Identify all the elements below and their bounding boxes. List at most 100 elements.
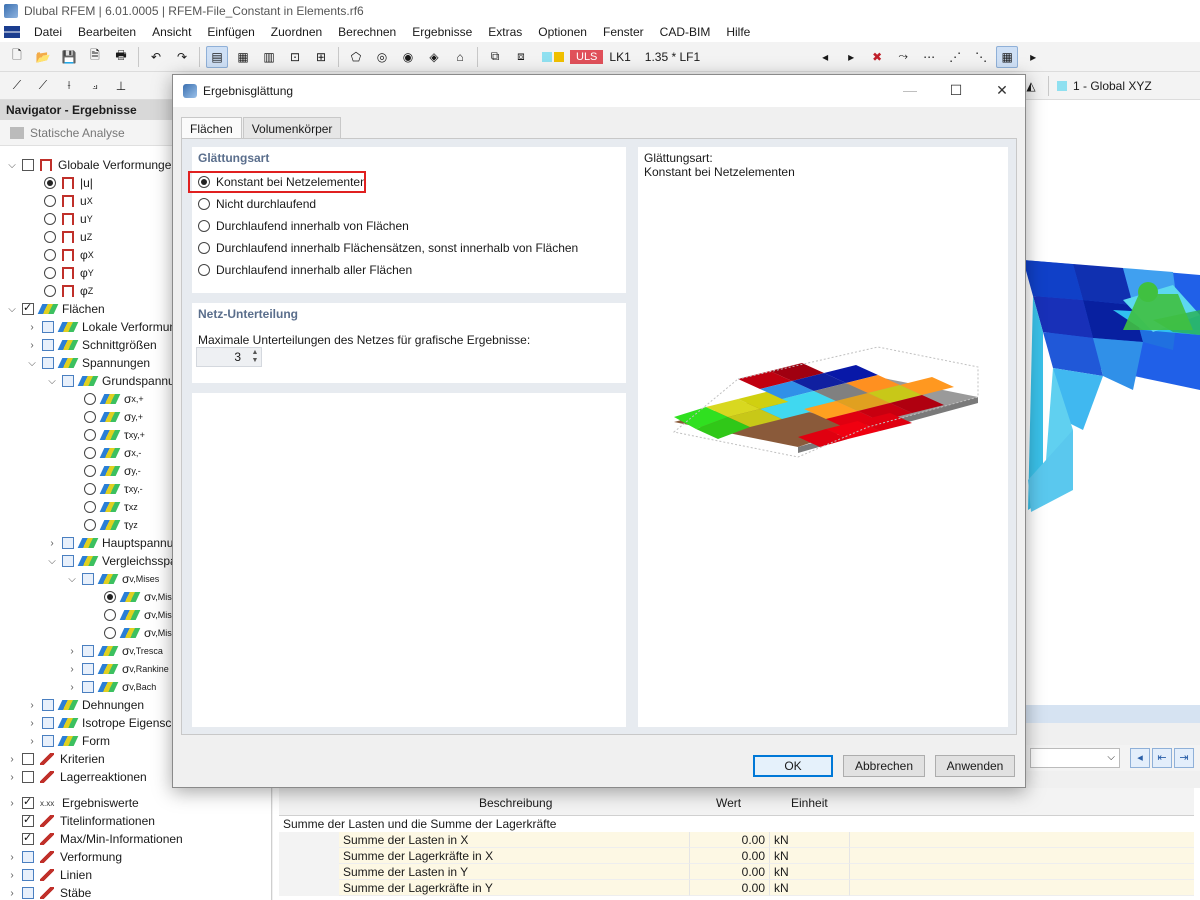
- radio[interactable]: [84, 447, 96, 459]
- tree-txy-minus[interactable]: τ xy,-: [84, 480, 143, 498]
- save-icon[interactable]: 💾: [58, 46, 80, 68]
- checkbox[interactable]: [22, 753, 34, 765]
- tree-tresca[interactable]: › σ v,Tresca: [66, 642, 163, 660]
- expand-icon[interactable]: ›: [26, 718, 38, 729]
- tree-staebe[interactable]: › Stäbe: [6, 884, 91, 900]
- tree-maxmin[interactable]: Max/Min-Informationen: [6, 830, 183, 848]
- expand-icon[interactable]: ›: [6, 870, 18, 881]
- table-row[interactable]: Summe der Lasten in X 0.00 kN: [279, 832, 1194, 848]
- expand-icon[interactable]: ›: [26, 736, 38, 747]
- spinner-arrows-icon[interactable]: ▲ ▼: [249, 349, 261, 365]
- checkbox[interactable]: [62, 537, 74, 549]
- radio[interactable]: [84, 519, 96, 531]
- expand-icon[interactable]: ›: [26, 700, 38, 711]
- tree-sx-minus[interactable]: σ x,-: [84, 444, 141, 462]
- menu-cad-bim[interactable]: CAD-BIM: [652, 22, 719, 42]
- language-flag-icon[interactable]: [4, 26, 20, 38]
- checkbox[interactable]: [82, 663, 94, 675]
- table-icon[interactable]: ▦: [232, 46, 254, 68]
- values-filter-icon[interactable]: ⋰: [944, 46, 966, 68]
- collapse-icon[interactable]: ⌵: [46, 376, 58, 387]
- checkbox[interactable]: [22, 771, 34, 783]
- tree-bach[interactable]: › σ v,Bach: [66, 678, 156, 696]
- tree-uz[interactable]: uZ: [44, 228, 92, 246]
- checkbox[interactable]: [22, 831, 34, 845]
- apply-button[interactable]: Anwenden: [935, 755, 1015, 777]
- checkbox[interactable]: [82, 681, 94, 693]
- results-off-icon[interactable]: ✖: [866, 46, 888, 68]
- navigator-icon[interactable]: ▤: [206, 45, 228, 68]
- table-prev-icon[interactable]: ◂: [1130, 748, 1150, 768]
- radio[interactable]: [84, 429, 96, 441]
- checkbox[interactable]: [42, 735, 54, 747]
- tree-phix[interactable]: φX: [44, 246, 94, 264]
- checkbox[interactable]: [22, 795, 34, 809]
- tree-mises-3[interactable]: σ v,Mises: [104, 624, 181, 642]
- collapse-icon[interactable]: ⌵: [6, 304, 18, 315]
- maximize-icon[interactable]: ☐: [933, 75, 979, 105]
- radio[interactable]: [84, 393, 96, 405]
- expand-icon[interactable]: ›: [66, 646, 78, 657]
- tree-dehnungen[interactable]: › Dehnungen: [26, 696, 144, 714]
- table-row[interactable]: Summe der Lagerkräfte in X 0.00 kN: [279, 848, 1194, 864]
- tree-ergebniswerte[interactable]: › x.xx Ergebniswerte: [6, 794, 138, 812]
- expand-icon[interactable]: ›: [26, 340, 38, 351]
- previous-arrow-icon[interactable]: ◂: [814, 46, 836, 68]
- option-within-surfaces[interactable]: Durchlaufend innerhalb von Flächen: [198, 217, 409, 235]
- surface-tool-icon[interactable]: ⟓: [84, 75, 106, 97]
- deformation-icon[interactable]: ⤳: [892, 46, 914, 68]
- tree-lokale[interactable]: › Lokale Verformungen: [26, 318, 196, 336]
- radio[interactable]: [104, 627, 116, 639]
- select-icon[interactable]: ◎: [371, 46, 393, 68]
- checkbox[interactable]: [82, 573, 94, 585]
- checkbox[interactable]: [22, 887, 34, 899]
- tree-uy[interactable]: uY: [44, 210, 93, 228]
- tree-sx-plus[interactable]: σ x,+: [84, 390, 144, 408]
- checkbox[interactable]: [42, 357, 54, 369]
- target-icon[interactable]: ◉: [397, 46, 419, 68]
- script-icon[interactable]: ⊞: [310, 46, 332, 68]
- checkbox[interactable]: [42, 339, 54, 351]
- checkbox[interactable]: [22, 301, 34, 315]
- view-combo-label[interactable]: 1 - Global XYZ: [1073, 79, 1152, 93]
- tree-mises[interactable]: ⌵ σ v,Mises: [66, 570, 159, 588]
- checkbox[interactable]: [62, 555, 74, 567]
- ok-button[interactable]: OK: [753, 755, 833, 777]
- values-settings-icon[interactable]: ⋱: [970, 46, 992, 68]
- tree-mises-1[interactable]: σ v,Mises: [104, 588, 181, 606]
- paste-icon[interactable]: ⧈: [510, 46, 532, 68]
- tree-phiy[interactable]: φY: [44, 264, 94, 282]
- radio[interactable]: [104, 609, 116, 621]
- tree-flaechen[interactable]: ⌵ Flächen: [6, 300, 105, 318]
- radio[interactable]: [44, 195, 56, 207]
- menu-ergebnisse[interactable]: Ergebnisse: [404, 22, 480, 42]
- close-icon[interactable]: ✕: [979, 75, 1025, 105]
- tree-schnitt[interactable]: › Schnittgrößen: [26, 336, 156, 354]
- table-row[interactable]: Summe der Lasten in Y 0.00 kN: [279, 864, 1194, 880]
- member-tool-icon[interactable]: ⟊: [58, 75, 80, 97]
- tree-phiz[interactable]: φZ: [44, 282, 93, 300]
- open-folder-icon[interactable]: 📂: [32, 46, 54, 68]
- expand-icon[interactable]: ›: [6, 772, 18, 783]
- result-values-icon[interactable]: ⋯: [918, 46, 940, 68]
- tree-titel[interactable]: Titelinformationen: [6, 812, 155, 830]
- checkbox[interactable]: [62, 375, 74, 387]
- redo-icon[interactable]: ↷: [171, 46, 193, 68]
- tree-sy-plus[interactable]: σ y,+: [84, 408, 143, 426]
- checkbox[interactable]: [22, 851, 34, 863]
- node-tool-icon[interactable]: ⟋: [6, 75, 28, 97]
- expand-icon[interactable]: ›: [6, 798, 18, 809]
- console-icon[interactable]: ⊡: [284, 46, 306, 68]
- table-settings-icon[interactable]: ⇥: [1174, 748, 1194, 768]
- option-not-continuous[interactable]: Nicht durchlaufend: [198, 195, 316, 213]
- radio[interactable]: [84, 411, 96, 423]
- checkbox[interactable]: [42, 717, 54, 729]
- tree-ux[interactable]: uX: [44, 192, 93, 210]
- tree-verformung[interactable]: › Verformung: [6, 848, 122, 866]
- radio[interactable]: [44, 249, 56, 261]
- tree-rankine[interactable]: › σ v,Rankine: [66, 660, 168, 678]
- expand-icon[interactable]: ›: [26, 322, 38, 333]
- save-all-icon[interactable]: 🗎: [84, 46, 106, 68]
- more-icon[interactable]: ▸: [1022, 46, 1044, 68]
- undo-icon[interactable]: ↶: [145, 46, 167, 68]
